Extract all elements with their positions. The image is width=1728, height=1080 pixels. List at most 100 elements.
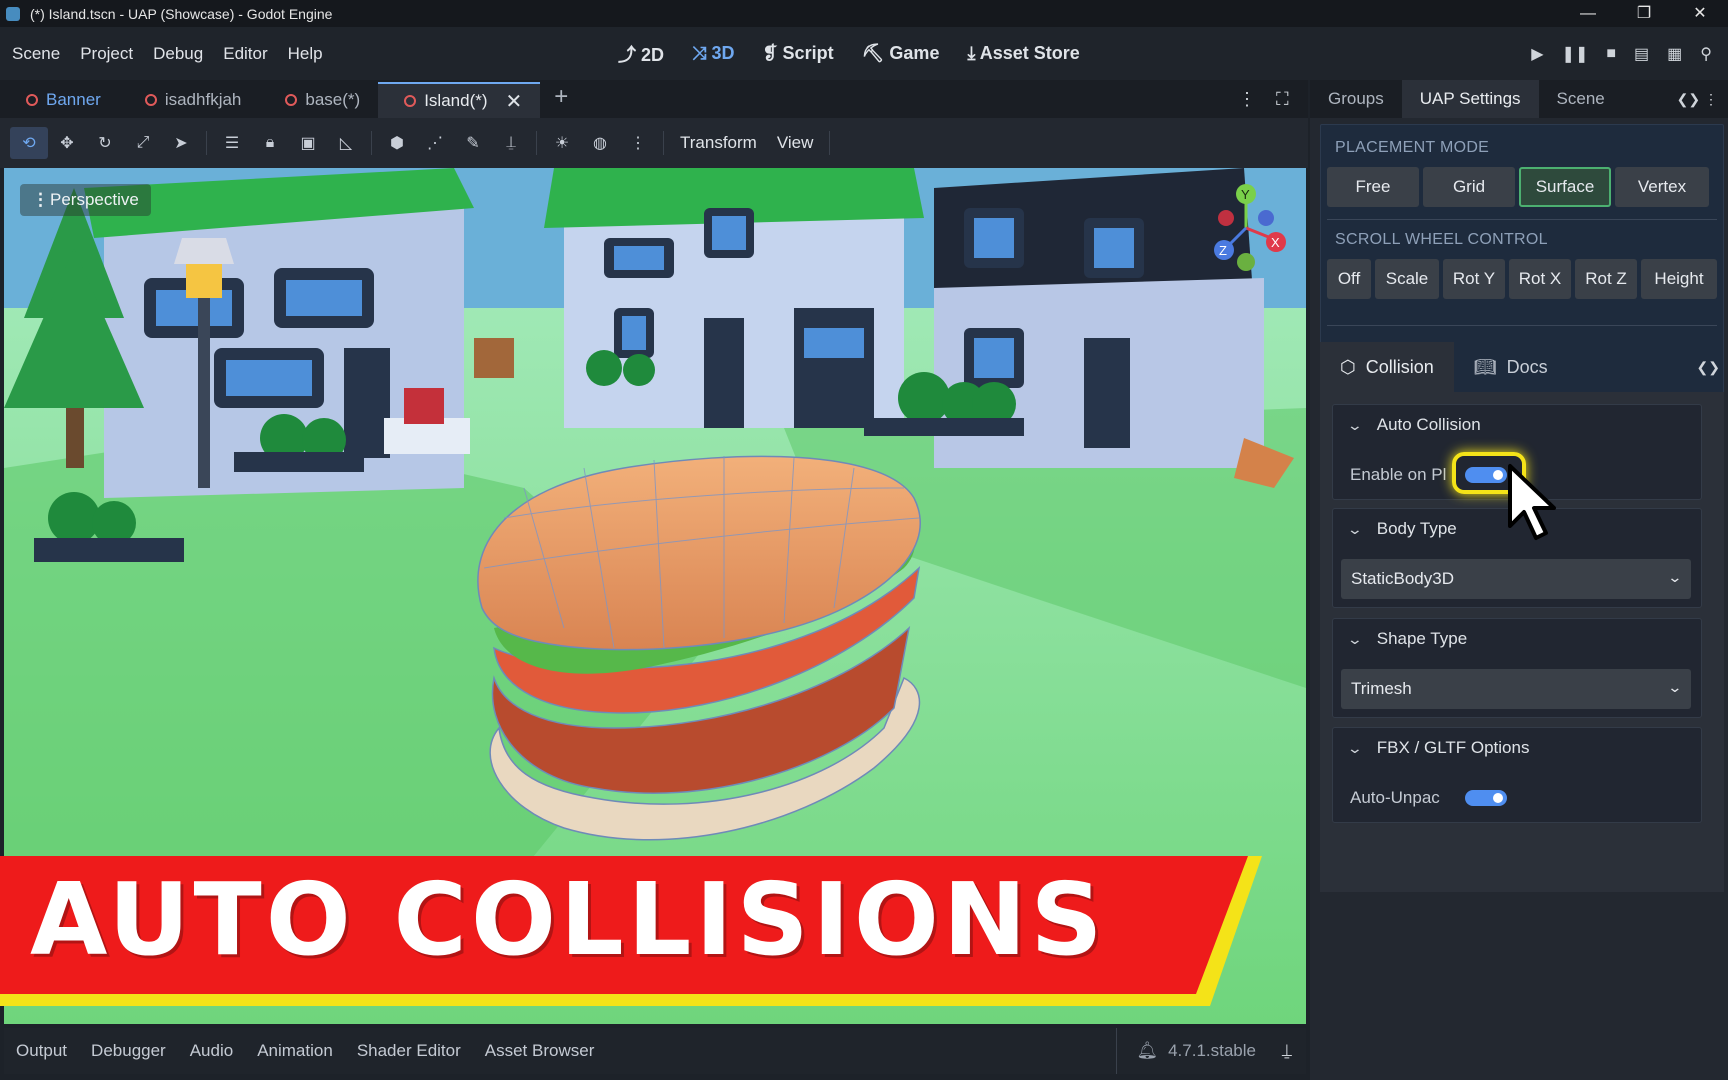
auto-collision-header[interactable]: ⌄ Auto Collision bbox=[1347, 415, 1481, 435]
scene-tab-island[interactable]: Island(*) ✕ bbox=[378, 82, 541, 118]
divider bbox=[1327, 219, 1717, 220]
window-titlebar: (*) Island.tscn - UAP (Showcase) - Godot… bbox=[0, 0, 1728, 27]
dock-tab-scene[interactable]: Scene bbox=[1539, 80, 1623, 118]
tab-asset-browser[interactable]: Asset Browser bbox=[473, 1041, 607, 1061]
workspace-script[interactable]: ❡ Script bbox=[762, 43, 833, 64]
movie-maker-icon[interactable]: ⚲ bbox=[1700, 44, 1712, 64]
lock-icon[interactable]: 🔒︎ bbox=[251, 127, 289, 159]
transform-menu[interactable]: Transform bbox=[670, 133, 767, 153]
view-menu[interactable]: View bbox=[767, 133, 824, 153]
workspace-asset-store[interactable]: ⤓ Asset Store bbox=[967, 43, 1079, 64]
placement-surface-button[interactable]: Surface bbox=[1519, 167, 1611, 207]
workspace-3d-label: 3D bbox=[711, 43, 735, 63]
menu-debug[interactable]: Debug bbox=[153, 44, 203, 64]
auto-unpack-toggle[interactable] bbox=[1465, 790, 1507, 806]
scale-mode-icon[interactable]: ⤢ bbox=[124, 127, 162, 159]
body-type-value: StaticBody3D bbox=[1351, 569, 1454, 588]
scroll-height-button[interactable]: Height bbox=[1641, 259, 1717, 299]
paint-icon[interactable]: ✎ bbox=[454, 127, 492, 159]
scroll-wheel-label: SCROLL WHEEL CONTROL bbox=[1335, 231, 1548, 248]
viewport-toolbar: ⟲ ✥ ↻ ⤢ ➤ ☰ 🔒︎ ▣ ◺ ⬢ ⋰ ✎ ⍊ ☀ ◍ ⋮ Transfo… bbox=[0, 118, 1308, 168]
environment-icon[interactable]: ◍ bbox=[581, 127, 619, 159]
workspace-2d[interactable]: ⤴ 2D bbox=[618, 41, 664, 67]
move-mode-icon[interactable]: ✥ bbox=[48, 127, 86, 159]
rotate-mode-icon[interactable]: ↻ bbox=[86, 127, 124, 159]
transform-mode-icon[interactable]: ⟲ bbox=[10, 127, 48, 159]
local-space-icon[interactable]: ⬢ bbox=[378, 127, 416, 159]
shape-type-select[interactable]: Trimesh ⌄ bbox=[1341, 669, 1691, 709]
tab-output[interactable]: Output bbox=[4, 1041, 79, 1061]
play-custom-scene-icon[interactable]: ▦ bbox=[1667, 44, 1682, 64]
scene-tab-isadhfkjah[interactable]: isadhfkjah bbox=[119, 82, 260, 118]
fbx-gltf-header[interactable]: ⌄ FBX / GLTF Options bbox=[1347, 738, 1530, 758]
scene-dot-icon bbox=[285, 94, 298, 106]
placement-grid-button[interactable]: Grid bbox=[1423, 167, 1515, 207]
close-tab-icon[interactable]: ✕ bbox=[506, 89, 523, 114]
scroll-off-button[interactable]: Off bbox=[1327, 259, 1371, 299]
main-menubar: Scene Project Debug Editor Help ⤴ 2D ⤨ 3… bbox=[0, 27, 1728, 80]
menu-editor[interactable]: Editor bbox=[223, 44, 267, 64]
close-window-button[interactable]: ✕ bbox=[1672, 0, 1728, 27]
toolbar-divider bbox=[536, 131, 537, 155]
menu-help[interactable]: Help bbox=[288, 44, 323, 64]
group-icon[interactable]: ▣ bbox=[289, 127, 327, 159]
stop-icon[interactable]: ■ bbox=[1606, 45, 1616, 63]
body-type-select[interactable]: StaticBody3D ⌄ bbox=[1341, 559, 1691, 599]
distraction-free-icon[interactable]: ⛶ bbox=[1276, 89, 1289, 110]
dock-tabs: Groups UAP Settings Scene ❮❯ ⋮ bbox=[1310, 80, 1728, 118]
dock-tab-groups[interactable]: Groups bbox=[1310, 80, 1402, 118]
dock-scroll-arrows-icon[interactable]: ❮❯ ⋮ bbox=[1677, 91, 1728, 108]
scene-tab-label: Island(*) bbox=[424, 91, 488, 110]
placement-vertex-button[interactable]: Vertex bbox=[1615, 167, 1709, 207]
tab-animation[interactable]: Animation bbox=[245, 1041, 345, 1061]
restore-button[interactable]: ❐ bbox=[1616, 0, 1672, 27]
tab-shader-editor[interactable]: Shader Editor bbox=[345, 1041, 473, 1061]
tab-audio[interactable]: Audio bbox=[178, 1041, 245, 1061]
pin-icon[interactable]: ⍊ bbox=[492, 127, 530, 159]
body-type-header[interactable]: ⌄ Body Type bbox=[1347, 519, 1457, 539]
placement-free-button[interactable]: Free bbox=[1327, 167, 1419, 207]
subtab-docs[interactable]: 📖︎ Docs bbox=[1454, 342, 1568, 392]
shape-type-value: Trimesh bbox=[1351, 679, 1412, 698]
scroll-rot-y-button[interactable]: Rot Y bbox=[1443, 259, 1505, 299]
list-select-icon[interactable]: ☰ bbox=[213, 127, 251, 159]
tab-debugger[interactable]: Debugger bbox=[79, 1041, 178, 1061]
workspace-game-label: Game bbox=[889, 43, 940, 63]
scroll-rot-z-button[interactable]: Rot Z bbox=[1575, 259, 1637, 299]
pin-icon[interactable]: ⍊ bbox=[1282, 1041, 1292, 1061]
select-mode-icon[interactable]: ➤ bbox=[162, 127, 200, 159]
auto-collision-title: Auto Collision bbox=[1376, 415, 1481, 434]
add-tab-icon[interactable]: + bbox=[540, 83, 582, 115]
scene-tab-base[interactable]: base(*) bbox=[259, 82, 378, 118]
workspace-game[interactable]: ⛏ Game bbox=[862, 43, 940, 64]
gizmo-z-label: Z bbox=[1219, 243, 1227, 258]
workspace-3d[interactable]: ⤨ 3D bbox=[692, 43, 734, 64]
play-icon[interactable]: ▶ bbox=[1531, 44, 1543, 64]
more-options-icon[interactable]: ⋮ bbox=[1238, 89, 1256, 110]
dock-tab-uap-settings[interactable]: UAP Settings bbox=[1401, 80, 1539, 118]
scroll-scale-button[interactable]: Scale bbox=[1375, 259, 1439, 299]
ruler-icon[interactable]: ◺ bbox=[327, 127, 365, 159]
play-scene-icon[interactable]: ▤ bbox=[1634, 44, 1649, 64]
menu-scene[interactable]: Scene bbox=[12, 44, 60, 64]
subtab-collision[interactable]: ⬡ Collision bbox=[1320, 342, 1454, 392]
scroll-rot-x-button[interactable]: Rot X bbox=[1509, 259, 1571, 299]
toolbar-divider bbox=[206, 131, 207, 155]
tabbar-actions: ⋮ ⛶ bbox=[1238, 80, 1289, 118]
sun-icon[interactable]: ☀ bbox=[543, 127, 581, 159]
subtab-scroll-arrows-icon[interactable]: ❮❯ bbox=[1697, 359, 1724, 376]
scene-tab-banner[interactable]: Banner bbox=[0, 82, 119, 118]
fbx-gltf-title: FBX / GLTF Options bbox=[1376, 738, 1530, 757]
scene-tab-label: Banner bbox=[46, 90, 101, 109]
snap-icon[interactable]: ⋰ bbox=[416, 127, 454, 159]
scene-dot-icon bbox=[144, 94, 157, 106]
shape-type-header[interactable]: ⌄ Shape Type bbox=[1347, 629, 1468, 649]
perspective-menu[interactable]: Perspective bbox=[20, 184, 151, 216]
bell-icon[interactable]: 🔔︎ bbox=[1137, 1041, 1159, 1061]
placement-mode-buttons: Free Grid Surface Vertex bbox=[1327, 167, 1709, 207]
menu-project[interactable]: Project bbox=[80, 44, 133, 64]
pause-icon[interactable]: ❚❚ bbox=[1562, 44, 1589, 64]
more-options-icon[interactable]: ⋮ bbox=[619, 127, 657, 159]
workspace-2d-label: 2D bbox=[641, 44, 665, 65]
minimize-button[interactable]: — bbox=[1560, 0, 1616, 27]
